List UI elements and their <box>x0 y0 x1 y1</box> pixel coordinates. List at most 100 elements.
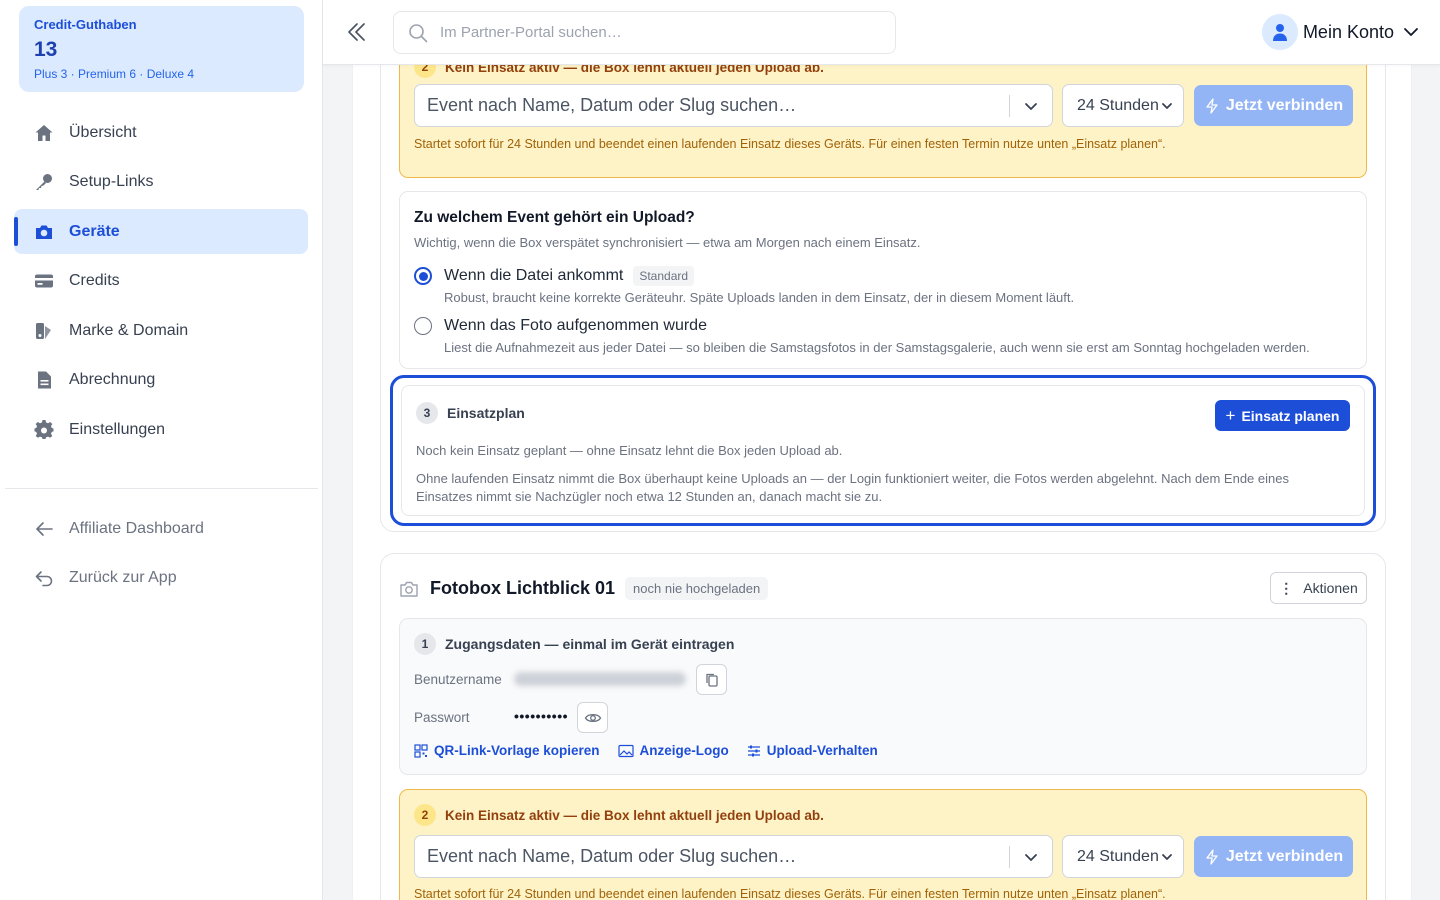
copy-qr-template-link[interactable]: QR-Link-Vorlage kopieren <box>414 743 600 758</box>
lightning-icon <box>1206 97 1218 114</box>
deployment-plan-highlight: 3 Einsatzplan + Einsatz planen Noch kein… <box>390 375 1376 526</box>
warning-title: Kein Einsatz aktiv — die Box lehnt aktue… <box>445 65 824 75</box>
credentials-title: Zugangsdaten — einmal im Gerät eintragen <box>445 636 735 652</box>
schedule-deployment-label: Einsatz planen <box>1241 407 1340 424</box>
topbar: Mein Konto <box>323 0 1440 65</box>
sidebar-item-back-to-app[interactable]: Zurück zur App <box>14 556 308 601</box>
plan-explanation: Ohne laufenden Einsatz nimmt die Box übe… <box>416 471 1289 504</box>
plan-title: Einsatzplan <box>447 405 525 421</box>
search-input[interactable] <box>440 24 880 41</box>
credit-balance-label: Credit-Guthaben <box>34 17 137 32</box>
lightning-icon <box>1206 848 1218 865</box>
collapse-sidebar-button[interactable] <box>345 20 369 44</box>
plan-header: 3 Einsatzplan <box>416 402 525 424</box>
sidebar-item-label: Abrechnung <box>69 371 156 388</box>
arrow-left-icon <box>34 519 54 539</box>
secondary-nav: Affiliate Dashboard Zurück zur App <box>14 506 308 605</box>
eye-icon <box>584 713 601 722</box>
status-badge: noch nie hochgeladen <box>625 577 769 600</box>
sidebar-item-label: Einstellungen <box>69 420 166 438</box>
schedule-deployment-button[interactable]: + Einsatz planen <box>1215 400 1350 431</box>
document-icon <box>34 370 54 390</box>
brand-icon <box>34 321 54 341</box>
event-search-placeholder: Event nach Name, Datum oder Slug suchen… <box>427 846 797 866</box>
credit-balance-card[interactable]: Credit-Guthaben 13 Plus 3 · Premium 6 · … <box>19 6 304 92</box>
link-label: QR-Link-Vorlage kopieren <box>434 743 600 758</box>
sidebar: Credit-Guthaben 13 Plus 3 · Premium 6 · … <box>0 0 323 900</box>
key-icon <box>34 172 54 192</box>
connect-now-button[interactable]: Jetzt verbinden <box>1194 836 1353 877</box>
warning-note: Startet sofort für 24 Stunden und beende… <box>414 137 1166 151</box>
default-badge: Standard <box>633 266 695 286</box>
sidebar-item-label: Übersicht <box>69 123 137 141</box>
home-icon <box>34 123 54 143</box>
plan-status-text: Noch kein Einsatz geplant — ohne Einsatz… <box>416 443 843 458</box>
sidebar-divider <box>5 488 318 489</box>
device-links: QR-Link-Vorlage kopieren Anzeige-Logo Up… <box>414 743 896 758</box>
credit-card-icon <box>34 271 54 291</box>
sidebar-item-billing[interactable]: Abrechnung <box>14 358 308 403</box>
camera-icon <box>34 222 54 242</box>
credit-breakdown: Plus 3 · Premium 6 · Deluxe 4 <box>34 67 195 81</box>
radio-description: Robust, braucht keine korrekte Geräteuhr… <box>444 290 1075 305</box>
main-nav: Übersicht Setup-Links Geräte Credits Mar… <box>14 110 308 457</box>
sidebar-item-overview[interactable]: Übersicht <box>14 110 308 155</box>
search-bar[interactable] <box>393 11 896 54</box>
sidebar-item-label: Setup-Links <box>69 173 154 190</box>
actions-button[interactable]: ⋮ Aktionen <box>1270 572 1367 604</box>
credentials-section: 1 Zugangsdaten — einmal im Gerät eintrag… <box>399 618 1367 775</box>
step-number: 3 <box>416 402 438 424</box>
sidebar-item-devices[interactable]: Geräte <box>14 209 308 254</box>
search-icon <box>409 23 428 42</box>
section-description: Wichtig, wenn die Box verspätet synchron… <box>414 235 921 250</box>
warning-title: Kein Einsatz aktiv — die Box lehnt aktue… <box>445 807 824 823</box>
select-separator <box>1009 846 1010 868</box>
main-content: 2 Kein Einsatz aktiv — die Box lehnt akt… <box>352 65 1412 900</box>
event-search-select[interactable]: Event nach Name, Datum oder Slug suchen… <box>414 84 1053 127</box>
copy-username-button[interactable] <box>696 664 727 695</box>
upload-assignment-section: Zu welchem Event gehört ein Upload? Wich… <box>399 191 1367 369</box>
deployment-plan-section: 3 Einsatzplan + Einsatz planen Noch kein… <box>401 385 1365 516</box>
sidebar-item-affiliate-dashboard[interactable]: Affiliate Dashboard <box>14 506 308 551</box>
sidebar-item-brand-domain[interactable]: Marke & Domain <box>14 308 308 353</box>
inactive-warning-box: 2 Kein Einsatz aktiv — die Box lehnt akt… <box>399 65 1367 178</box>
connect-now-button[interactable]: Jetzt verbinden <box>1194 85 1353 126</box>
camera-outline-icon <box>400 581 418 597</box>
duration-select[interactable]: 24 Stunden <box>1062 84 1184 127</box>
account-label: Mein Konto <box>1302 21 1394 42</box>
connect-now-label: Jetzt verbinden <box>1225 847 1344 865</box>
inactive-warning-box: 2 Kein Einsatz aktiv — die Box lehnt akt… <box>399 789 1367 900</box>
password-label: Passwort <box>414 710 470 725</box>
duration-select[interactable]: 24 Stunden <box>1062 835 1184 878</box>
username-label: Benutzername <box>414 672 502 687</box>
link-label: Upload-Verhalten <box>766 743 878 758</box>
user-icon <box>1272 24 1287 41</box>
chevron-down-icon <box>1162 854 1172 860</box>
sidebar-item-label: Credits <box>69 272 120 289</box>
sidebar-item-settings[interactable]: Einstellungen <box>14 407 308 452</box>
more-vertical-icon: ⋮ <box>1279 579 1294 596</box>
sidebar-item-credits[interactable]: Credits <box>14 259 308 304</box>
qr-icon <box>414 743 428 758</box>
return-icon <box>34 568 54 588</box>
radio-option-on-capture[interactable]: Wenn das Foto aufgenommen wurde <box>414 317 707 335</box>
radio-button[interactable] <box>414 317 432 335</box>
account-menu[interactable]: Mein Konto <box>1261 14 1420 50</box>
radio-button-selected[interactable] <box>414 267 432 285</box>
sidebar-item-setup-links[interactable]: Setup-Links <box>14 160 308 205</box>
step-number: 1 <box>414 633 436 655</box>
radio-option-on-arrival[interactable]: Wenn die Datei ankommt Standard <box>414 266 695 286</box>
radio-description: Liest die Aufnahmezeit aus jeder Datei —… <box>444 340 1310 355</box>
sidebar-item-label: Affiliate Dashboard <box>69 519 204 537</box>
event-search-select[interactable]: Event nach Name, Datum oder Slug suchen… <box>414 835 1053 878</box>
actions-label: Aktionen <box>1303 580 1358 596</box>
device-header: Fotobox Lichtblick 01 noch nie hochgelad… <box>399 577 769 600</box>
image-icon <box>617 744 634 757</box>
avatar <box>1261 14 1298 50</box>
show-password-button[interactable] <box>577 702 608 733</box>
display-logo-link[interactable]: Anzeige-Logo <box>617 743 729 758</box>
radio-label: Wenn das Foto aufgenommen wurde <box>444 317 707 334</box>
connect-now-label: Jetzt verbinden <box>1225 96 1344 114</box>
upload-behavior-link[interactable]: Upload-Verhalten <box>747 743 878 758</box>
event-search-placeholder: Event nach Name, Datum oder Slug suchen… <box>427 95 797 115</box>
